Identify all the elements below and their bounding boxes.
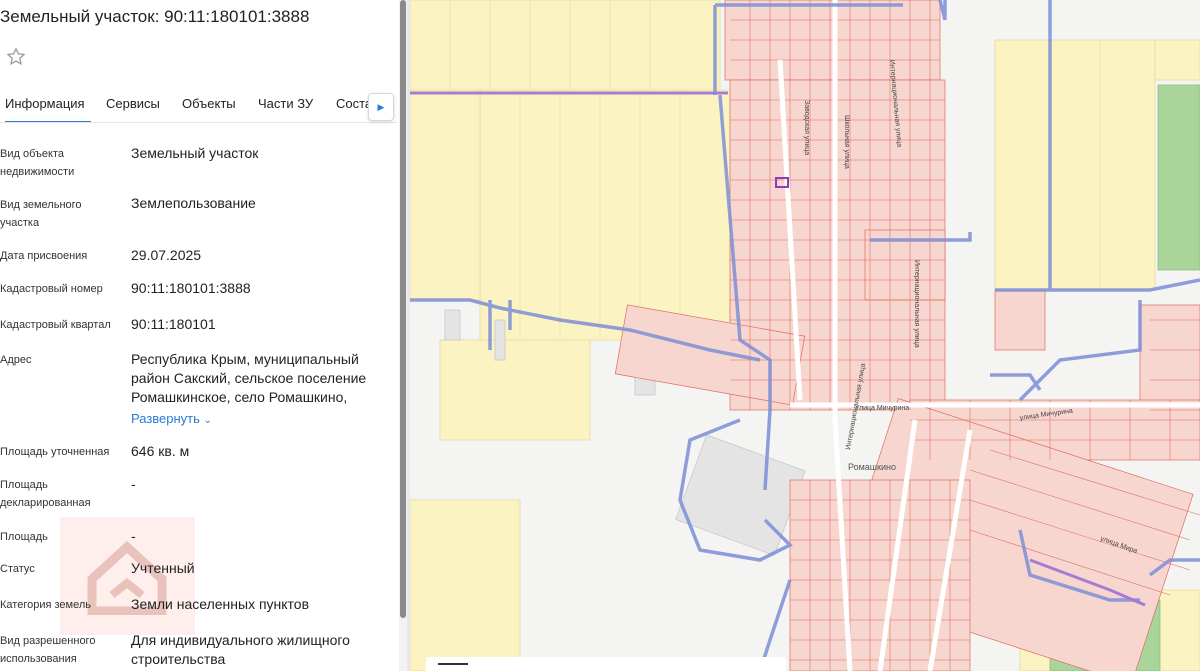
- cadastral-map[interactable]: Заводская улица Интернациональная улица …: [410, 0, 1200, 671]
- expand-link[interactable]: Развернуть ⌄: [131, 411, 212, 426]
- tab-composition[interactable]: Соста: [336, 96, 372, 111]
- value-status: Учтенный: [131, 560, 195, 576]
- value-assign-date: 29.07.2025: [131, 247, 202, 263]
- label-cadastral-quarter: Кадастровый квартал: [0, 319, 111, 331]
- value-object-type: Земельный участок: [131, 145, 259, 161]
- tab-bar: Информация Сервисы Объекты Части ЗУ Сост…: [0, 86, 398, 123]
- label-status: Статус: [0, 563, 35, 575]
- value-area: -: [131, 528, 136, 544]
- street-label-1: Заводская улица: [803, 100, 810, 155]
- favorite-star-icon[interactable]: [5, 46, 27, 68]
- tab-parcel-parts[interactable]: Части ЗУ: [258, 96, 313, 111]
- label-land-category: Категория земель: [0, 599, 91, 611]
- chevron-down-icon: ⌄: [203, 415, 212, 426]
- tab-objects[interactable]: Объекты: [182, 96, 236, 111]
- scale-bar: [426, 657, 786, 671]
- label-assign-date: Дата присвоения: [0, 250, 88, 262]
- map-canvas[interactable]: Заводская улица Интернациональная улица …: [410, 0, 1200, 671]
- value-address: Республика Крым, муниципальный район Сак…: [131, 351, 367, 405]
- scrollbar-thumb[interactable]: [400, 0, 406, 618]
- label-object-type: Вид объекта недвижимости: [0, 148, 75, 178]
- tab-information[interactable]: Информация: [5, 96, 91, 123]
- street-label-8: Школьная улица: [843, 115, 850, 169]
- street-label-3: Улица Мичурина: [855, 405, 909, 412]
- label-address: Адрес: [0, 354, 32, 366]
- street-label-6: Интернациональная улица: [913, 260, 920, 348]
- value-cadastral-number: 90:11:180101:3888: [131, 280, 251, 296]
- value-area-refined: 646 кв. м: [131, 443, 190, 459]
- label-area-declared: Площадь декларированная: [0, 479, 91, 509]
- info-panel: Земельный участок: 90:11:180101:3888 Инф…: [0, 0, 400, 671]
- value-area-declared: -: [131, 476, 136, 492]
- label-area: Площадь: [0, 531, 48, 543]
- value-land-category: Земли населенных пунктов: [131, 596, 310, 612]
- tabs-scroll-right-icon[interactable]: ▶: [368, 93, 394, 121]
- value-cadastral-quarter: 90:11:180101: [131, 316, 216, 332]
- value-parcel-type: Землепользование: [131, 195, 256, 211]
- label-permitted-use: Вид разрешенного использования: [0, 635, 96, 665]
- tab-services[interactable]: Сервисы: [106, 96, 160, 111]
- label-area-refined: Площадь уточненная: [0, 446, 110, 458]
- scale-bar-line: [438, 663, 468, 665]
- panel-scrollbar[interactable]: [399, 0, 407, 671]
- place-label: Ромашкино: [848, 462, 896, 472]
- tabs-divider: [0, 122, 398, 123]
- value-permitted-use: Для индивидуального жилищного строительс…: [131, 632, 350, 667]
- label-cadastral-number: Кадастровый номер: [0, 283, 103, 295]
- page-title: Земельный участок: 90:11:180101:3888: [0, 7, 310, 26]
- label-parcel-type: Вид земельного участка: [0, 199, 82, 229]
- expand-label: Развернуть: [131, 411, 200, 426]
